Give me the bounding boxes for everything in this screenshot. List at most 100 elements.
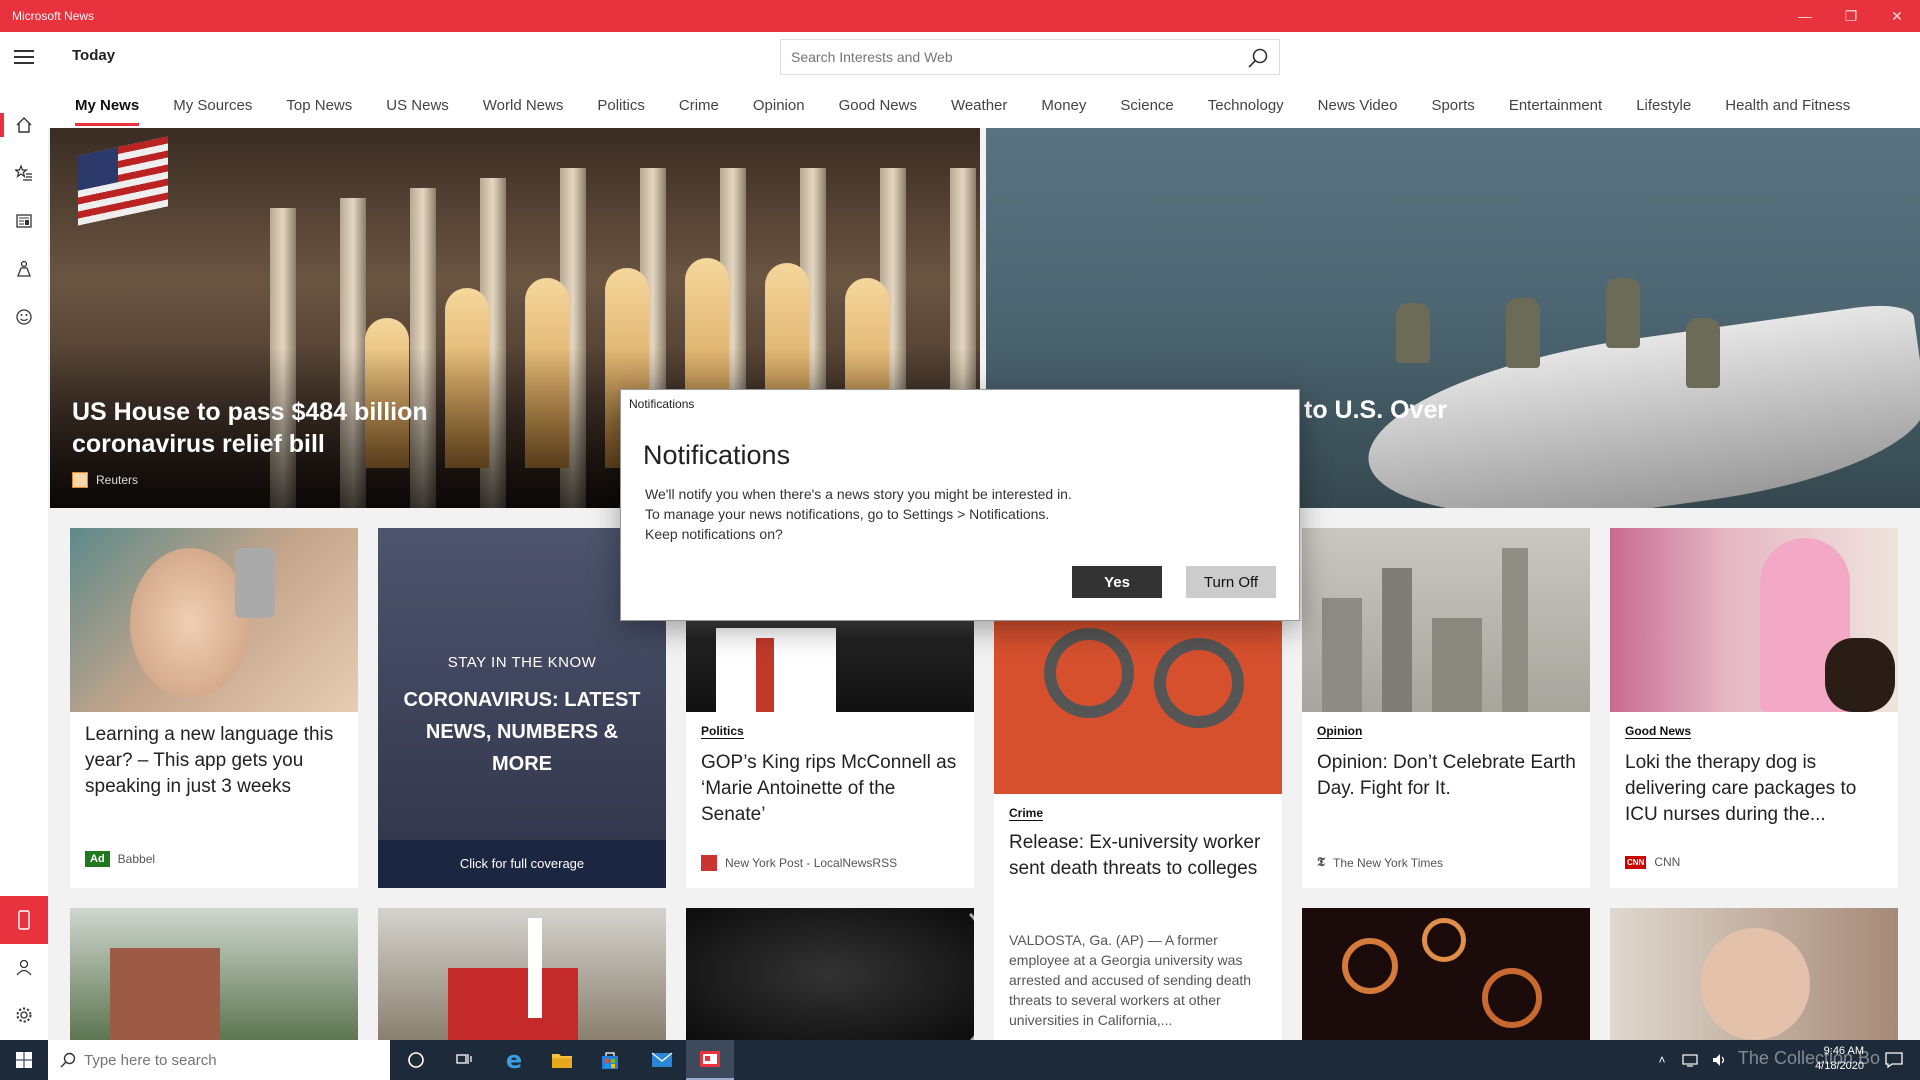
hero2-title[interactable]: to U.S. Over — [1304, 396, 1447, 425]
flag-image — [78, 136, 168, 226]
tab-lifestyle[interactable]: Lifestyle — [1619, 86, 1708, 126]
dialog-line-3: Keep notifications on? — [645, 526, 783, 542]
news-card-storm-image[interactable] — [70, 908, 358, 1040]
card-title[interactable]: Opinion: Don’t Celebrate Earth Day. Figh… — [1317, 750, 1576, 802]
tab-entertainment[interactable]: Entertainment — [1492, 86, 1619, 126]
tab-my-news[interactable]: My News — [58, 86, 156, 126]
tab-money[interactable]: Money — [1024, 86, 1103, 126]
settings-icon[interactable] — [0, 993, 48, 1037]
tab-health-and-fitness[interactable]: Health and Fitness — [1708, 86, 1867, 126]
taskbar-search-icon — [60, 1052, 76, 1068]
tab-world-news[interactable]: World News — [466, 86, 581, 126]
phone-icon[interactable] — [0, 896, 48, 944]
window-title: Microsoft News — [12, 9, 95, 23]
card-title[interactable]: Learning a new language this year? – Thi… — [85, 722, 344, 800]
system-clock[interactable]: 9:46 AM 4/18/2020 — [1815, 1044, 1864, 1074]
promo-kicker: STAY IN THE KNOW — [447, 654, 597, 671]
card-source-label: New York Post - LocalNewsRSS — [725, 856, 898, 870]
news-card-space-image[interactable] — [686, 908, 974, 1040]
newspaper-icon[interactable] — [0, 199, 48, 243]
edge-browser-icon[interactable]: e — [490, 1040, 538, 1080]
full-coverage-link[interactable]: Click for full coverage — [378, 840, 666, 888]
card-source: New York Post - LocalNewsRSS — [701, 855, 897, 871]
card-source: Ad Babbel — [85, 851, 155, 867]
tab-politics[interactable]: Politics — [580, 86, 662, 126]
windows-start-icon[interactable] — [0, 1040, 48, 1080]
file-explorer-icon[interactable] — [538, 1040, 586, 1080]
profile-icon[interactable] — [0, 945, 48, 989]
news-card-good-news[interactable]: Good News Loki the therapy dog is delive… — [1610, 528, 1898, 888]
turn-off-button[interactable]: Turn Off — [1186, 566, 1276, 598]
tab-us-news[interactable]: US News — [369, 86, 466, 126]
home-icon[interactable] — [0, 103, 48, 147]
news-card-ad[interactable]: Learning a new language this year? – Thi… — [70, 528, 358, 888]
page-title: Today — [72, 47, 116, 64]
network-icon[interactable] — [1676, 1040, 1704, 1080]
promo-title[interactable]: CORONAVIRUS: LATEST NEWS, NUMBERS & MORE — [398, 684, 646, 780]
tab-science[interactable]: Science — [1103, 86, 1190, 126]
card-title[interactable]: Loki the therapy dog is delivering care … — [1625, 750, 1884, 828]
news-card-opinion[interactable]: Opinion Opinion: Don’t Celebrate Earth D… — [1302, 528, 1590, 888]
favorites-icon[interactable] — [0, 151, 48, 195]
search-box[interactable] — [780, 39, 1280, 75]
action-center-icon[interactable] — [1872, 1040, 1916, 1080]
category-tabs: My News My Sources Top News US News Worl… — [58, 86, 1867, 126]
left-rail — [0, 88, 48, 1040]
search-icon[interactable] — [1247, 47, 1269, 69]
dialog-caption: Notifications — [629, 397, 695, 411]
microsoft-news-taskbar-icon[interactable] — [686, 1040, 734, 1080]
tab-top-news[interactable]: Top News — [269, 86, 369, 126]
restore-button[interactable]: ❐ — [1828, 0, 1874, 32]
hero-source-label: Reuters — [96, 473, 139, 487]
tab-opinion[interactable]: Opinion — [736, 86, 822, 126]
hero-title[interactable]: US House to pass $484 billion coronaviru… — [72, 396, 472, 460]
news-card-virus-image[interactable] — [1302, 908, 1590, 1040]
card-source: 𝕿 The New York Times — [1317, 855, 1443, 870]
card-category[interactable]: Good News — [1625, 724, 1692, 739]
store-icon[interactable] — [586, 1040, 634, 1080]
card-image — [1610, 528, 1898, 712]
interests-icon[interactable] — [0, 247, 48, 291]
close-button[interactable]: ✕ — [1874, 0, 1920, 32]
tab-news-video[interactable]: News Video — [1301, 86, 1415, 126]
tab-good-news[interactable]: Good News — [822, 86, 934, 126]
dialog-body: We'll notify you when there's a news sto… — [645, 484, 1072, 544]
smiley-icon[interactable] — [0, 295, 48, 339]
card-title[interactable]: GOP’s King rips McConnell as ‘Marie Anto… — [701, 750, 960, 828]
app-header: Today My News My Sources Top News US New… — [0, 32, 1920, 128]
card-category[interactable]: Opinion — [1317, 724, 1363, 739]
card-category[interactable]: Politics — [701, 724, 744, 739]
chevron-up-icon[interactable]: ˄ — [1650, 1040, 1674, 1080]
clock-time: 9:46 AM — [1823, 1045, 1864, 1057]
cortana-icon[interactable] — [392, 1040, 440, 1080]
dialog-line-2: To manage your news notifications, go to… — [645, 506, 1050, 522]
task-view-icon[interactable] — [440, 1040, 488, 1080]
tab-weather[interactable]: Weather — [934, 86, 1024, 126]
hero-source: Reuters — [72, 472, 138, 488]
volume-icon[interactable] — [1706, 1040, 1734, 1080]
news-card-house-image[interactable] — [378, 908, 666, 1040]
tab-technology[interactable]: Technology — [1191, 86, 1301, 126]
dialog-line-1: We'll notify you when there's a news sto… — [645, 486, 1072, 502]
tab-my-sources[interactable]: My Sources — [156, 86, 269, 126]
minimize-button[interactable]: — — [1782, 0, 1828, 32]
yes-button[interactable]: Yes — [1072, 566, 1162, 598]
reuters-logo-icon — [72, 472, 88, 488]
taskbar-search[interactable] — [48, 1040, 390, 1080]
card-image — [70, 528, 358, 712]
mail-icon[interactable] — [638, 1040, 686, 1080]
nyt-logo-icon: 𝕿 — [1317, 855, 1325, 870]
hamburger-menu-icon[interactable] — [12, 46, 36, 70]
search-input[interactable] — [781, 40, 1221, 74]
ad-badge: Ad — [85, 851, 110, 867]
card-source-label: CNN — [1654, 855, 1681, 869]
card-excerpt: VALDOSTA, Ga. (AP) — A former employee a… — [1009, 932, 1252, 1028]
taskbar-search-input[interactable] — [84, 1051, 364, 1069]
tab-sports[interactable]: Sports — [1414, 86, 1491, 126]
card-category[interactable]: Crime — [1009, 806, 1044, 821]
news-card-portrait-image[interactable] — [1610, 908, 1898, 1040]
card-source: CNN CNN — [1625, 855, 1680, 869]
card-source-label: The New York Times — [1332, 855, 1444, 870]
tab-crime[interactable]: Crime — [662, 86, 736, 126]
card-title[interactable]: Release: Ex-university worker sent death… — [1009, 830, 1268, 882]
